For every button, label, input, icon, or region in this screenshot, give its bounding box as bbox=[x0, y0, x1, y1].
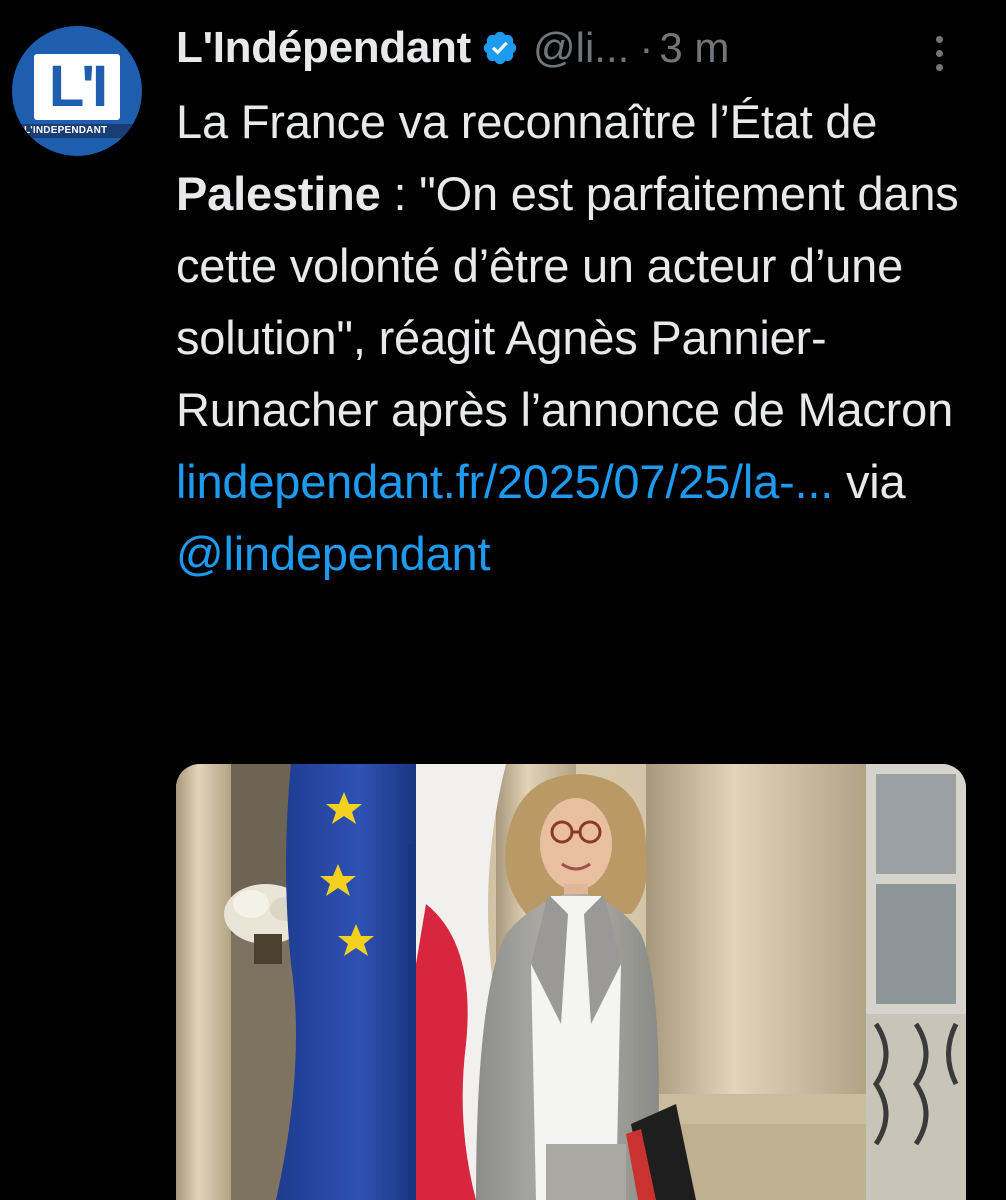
avatar-logo: L'I bbox=[34, 54, 120, 120]
tweet-text-bold: Palestine bbox=[176, 167, 381, 220]
via-text: via bbox=[833, 455, 906, 508]
tweet-media-image[interactable] bbox=[176, 764, 966, 1200]
handle[interactable]: @li... bbox=[533, 24, 629, 72]
tweet-text-part1: La France va reconnaître l’État de bbox=[176, 95, 878, 148]
verified-badge-icon bbox=[481, 29, 519, 67]
tweet-header: L'Indépendant @li... · 3 m bbox=[176, 18, 976, 78]
mention-link[interactable]: @lindependant bbox=[176, 527, 491, 580]
display-name[interactable]: L'Indépendant bbox=[176, 23, 471, 73]
avatar[interactable]: L'I L'INDEPENDANT bbox=[12, 26, 142, 156]
avatar-caption: L'INDEPENDANT bbox=[22, 124, 136, 138]
more-options-icon[interactable] bbox=[930, 32, 950, 74]
tweet-text: La France va reconnaître l’État de Pales… bbox=[176, 86, 966, 590]
timestamp[interactable]: 3 m bbox=[659, 24, 729, 72]
tweet[interactable]: L'I L'INDEPENDANT L'Indépendant @li... ·… bbox=[0, 0, 1006, 1200]
separator-dot: · bbox=[639, 24, 654, 71]
article-link[interactable]: lindependant.fr/2025/07/25/la-... bbox=[176, 455, 833, 508]
avatar-logo-text: L'I bbox=[48, 54, 108, 119]
